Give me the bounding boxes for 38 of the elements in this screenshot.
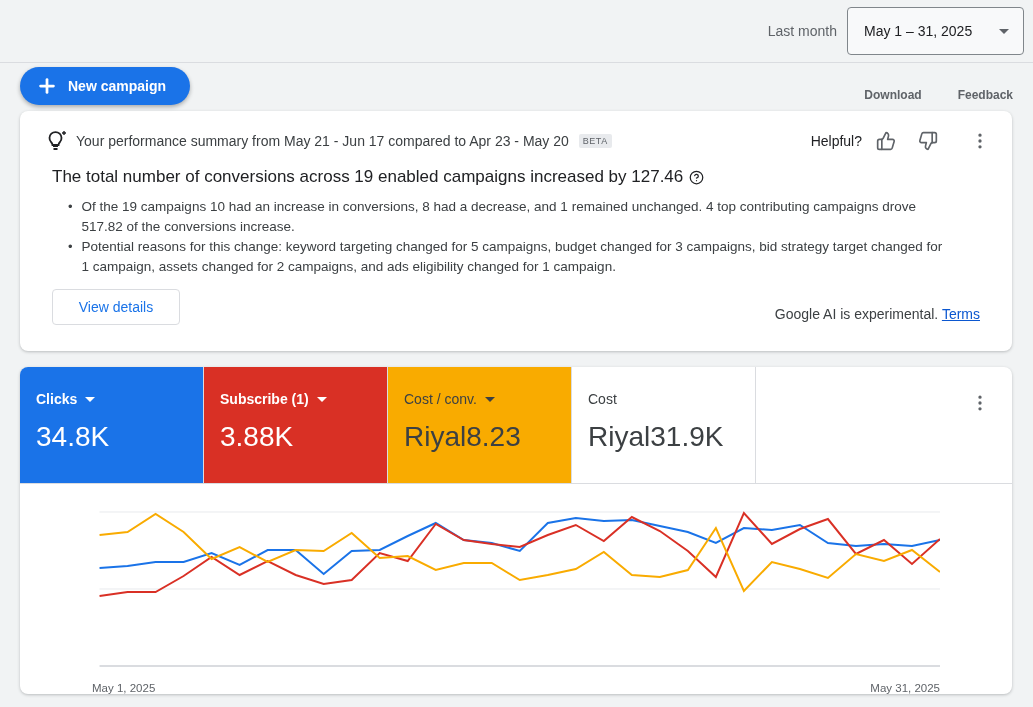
thumbs-down-icon[interactable] <box>916 129 940 153</box>
summary-title: Your performance summary from May 21 - Jun 17 compared to Apr 23 - May 20 <box>76 133 569 149</box>
metric-label: Cost / conv. <box>404 391 477 407</box>
beta-badge: BETA <box>578 134 612 148</box>
caret-icon <box>316 396 327 402</box>
metric-label: Clicks <box>36 391 78 407</box>
help-icon[interactable] <box>689 169 705 185</box>
new-campaign-button[interactable]: New campaign <box>20 67 191 105</box>
metric-tile[interactable]: Clicks 34.8K <box>20 367 204 483</box>
metric-value: Riyal8.23 <box>404 421 522 453</box>
caret-icon <box>484 396 495 402</box>
date-range-dropdown[interactable]: May 1 – 31, 2025 <box>847 7 1024 55</box>
view-details-button[interactable]: View details <box>52 289 180 325</box>
terms-link[interactable]: Terms <box>941 306 980 322</box>
caret-icon <box>85 396 96 402</box>
thumbs-up-icon[interactable] <box>874 129 898 153</box>
metric-tile[interactable]: Subscribe (1) 3.88K <box>204 367 388 483</box>
range-label: Last month <box>767 23 837 39</box>
summary-headline: The total number of conversions across 19 enabled campaigns increased by 127.46 <box>52 167 684 187</box>
axis-label: May 31, 2025 <box>870 682 940 694</box>
toolbar-action[interactable]: Feedback <box>957 88 1013 102</box>
caret-icon <box>999 28 1009 34</box>
axis-label: May 1, 2025 <box>92 682 156 694</box>
disclaimer-text: Google AI is experimental. Terms <box>774 305 980 322</box>
toolbar-action[interactable]: Download <box>864 88 922 102</box>
bullet-marker: • <box>68 198 73 216</box>
metric-value: Riyal31.9K <box>588 421 725 453</box>
bullet-marker: • <box>68 238 73 256</box>
metric-label: Subscribe (1) <box>220 391 309 407</box>
summary-bullet: Potential reasons for this change: keyword targeting changed for 5 campaigns, budget changed for 3 campaigns, bid strategy target changed for 1 campaign, assets changed for 2 campaigns, and ads eligibility changed for 1 campaign. <box>81 238 944 276</box>
plus-icon <box>36 75 58 97</box>
metric-label: Cost <box>588 391 617 407</box>
metric-value: 3.88K <box>220 421 295 453</box>
metric-tile[interactable]: Cost / conv. Riyal8.23 <box>388 367 572 483</box>
metric-value: 34.8K <box>36 421 111 453</box>
metric-tile[interactable]: Cost Riyal31.9K <box>572 367 756 483</box>
summary-bullet: Of the 19 campaigns 10 had an increase in conversions, 8 had a decrease, and 1 remained unchanged. 4 top contributing campaigns drove 517.82 of the conversions increase. <box>81 198 918 236</box>
helpful-label: Helpful? <box>810 133 862 149</box>
